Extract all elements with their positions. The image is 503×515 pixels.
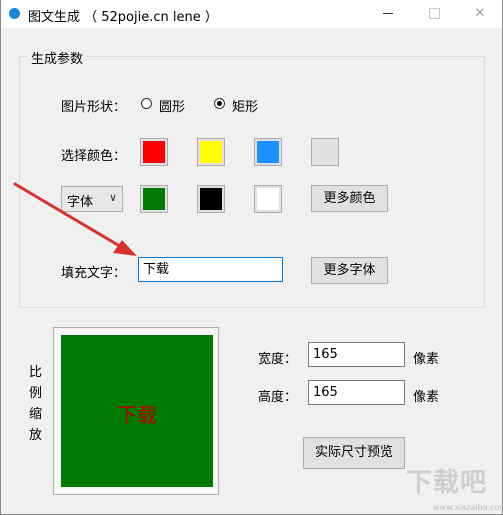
watermark-logo: 下载吧 <box>406 468 488 498</box>
annotation-arrow-icon <box>13 182 137 256</box>
watermark-url: www.xiazaiba.com <box>433 503 503 512</box>
app-window: 图文生成 （ 52pojie.cn lene ） ✕ 生成参数 图片形状： 圆形… <box>0 0 503 515</box>
